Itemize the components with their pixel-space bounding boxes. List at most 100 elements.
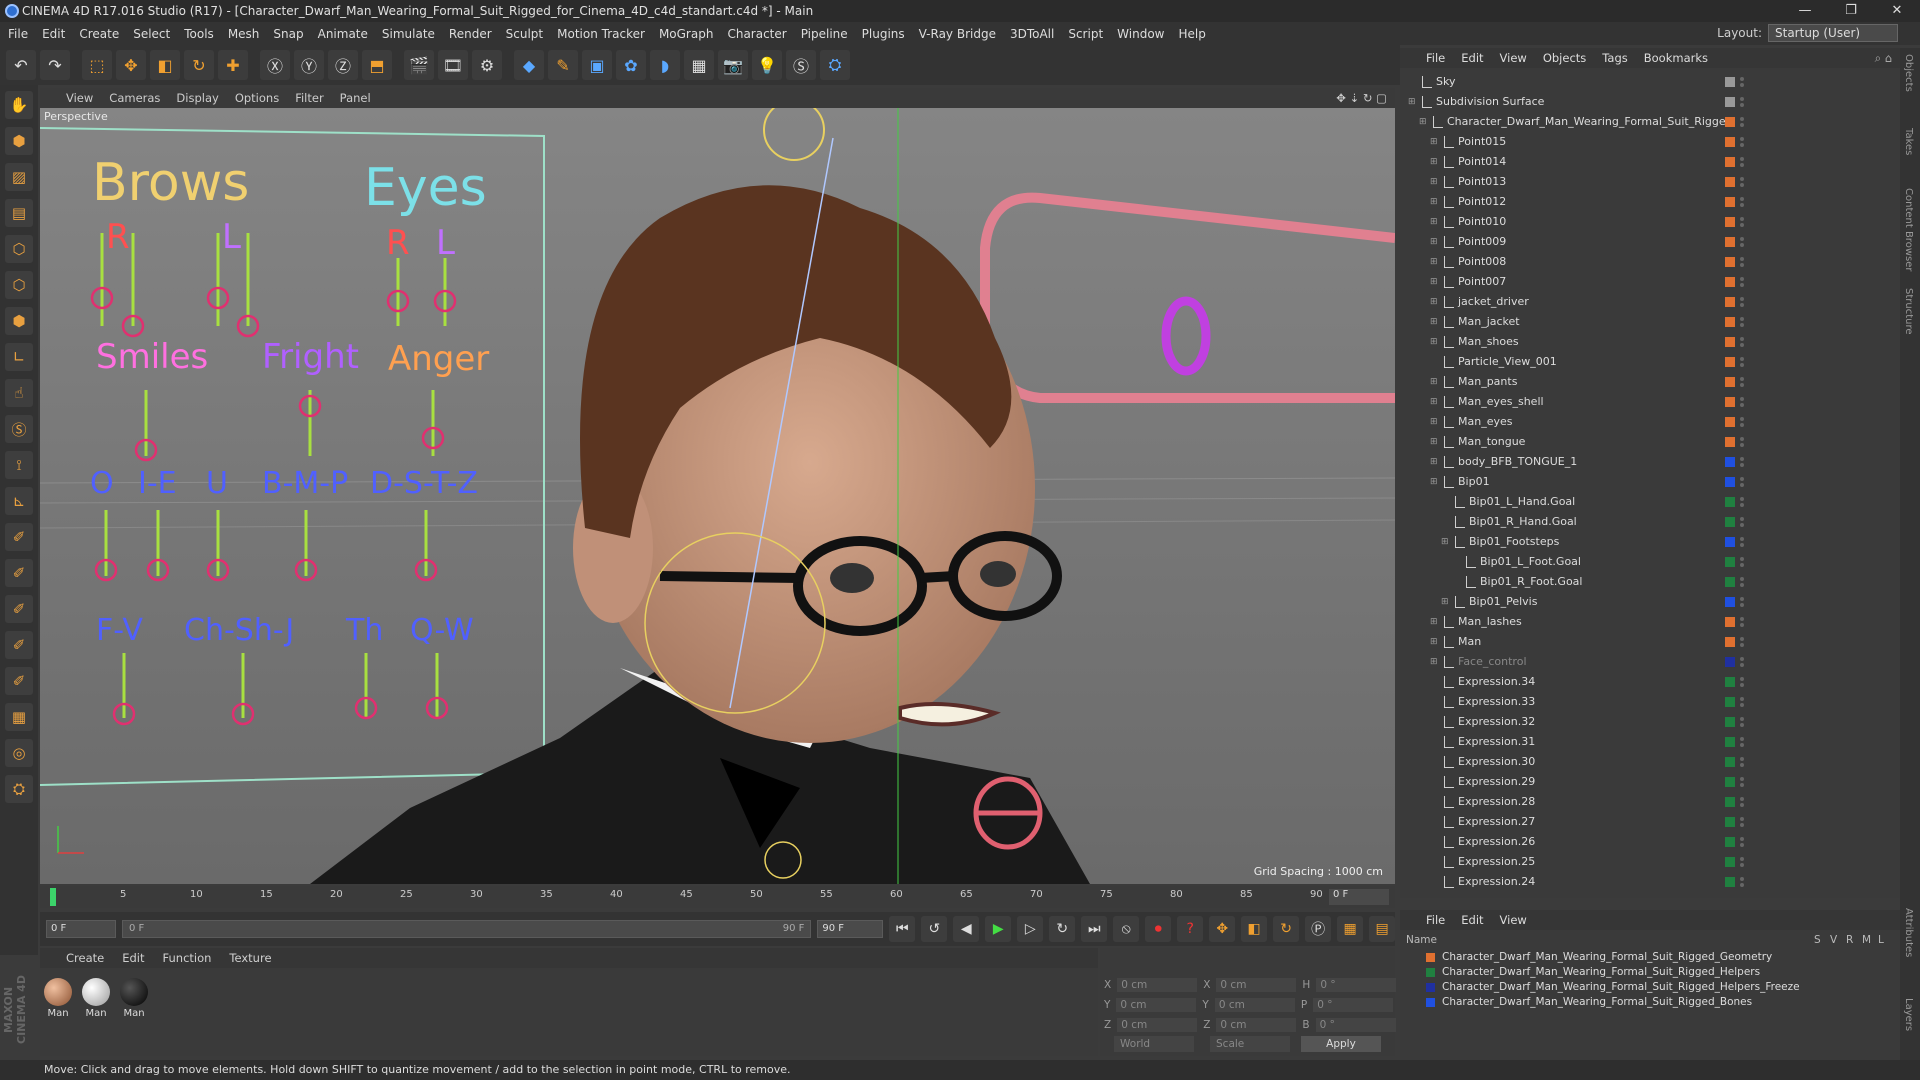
layer-color-swatch[interactable] [1725, 277, 1735, 287]
visibility-dot-icon[interactable] [1740, 217, 1744, 221]
object-row[interactable]: Expression.25 [1400, 852, 1900, 872]
viewport-menu-view[interactable]: View [66, 91, 93, 105]
visibility-dot-icon[interactable] [1740, 117, 1744, 121]
start-frame-field[interactable]: 0 F [46, 920, 116, 938]
layer-color-swatch[interactable] [1725, 437, 1735, 447]
visibility-dot-icon[interactable] [1740, 477, 1744, 481]
object-row[interactable]: Expression.33 [1400, 692, 1900, 712]
timeline-ruler[interactable]: 0 5 10 15 20 25 30 35 40 45 50 55 60 65 … [40, 886, 1395, 908]
visibility-dot-icon[interactable] [1740, 697, 1744, 701]
visibility-dot-icon[interactable] [1740, 237, 1744, 241]
object-row[interactable]: ⊞ Man_lashes [1400, 612, 1900, 632]
object-search-icon[interactable]: ⌕ ⌂ [1875, 51, 1892, 66]
object-row[interactable]: ⊞ jacket_driver [1400, 292, 1900, 312]
visibility-dot-icon[interactable] [1740, 623, 1744, 627]
layer-color-swatch[interactable] [1725, 497, 1735, 507]
visibility-dot-icon[interactable] [1740, 643, 1744, 647]
menu-animate[interactable]: Animate [318, 27, 368, 41]
position-y-field[interactable]: 0 cm [1116, 998, 1197, 1012]
tab-attributes[interactable]: Attributes [1903, 908, 1914, 957]
object-row[interactable]: ⊞ Point014 [1400, 152, 1900, 172]
expand-icon[interactable]: ⊞ [1430, 412, 1438, 432]
layer-color-swatch[interactable] [1725, 537, 1735, 547]
visibility-dot-icon[interactable] [1740, 763, 1744, 767]
object-row[interactable]: ⊞ Point009 [1400, 232, 1900, 252]
menu-script[interactable]: Script [1068, 27, 1103, 41]
next-frame-icon[interactable]: ▷ [1017, 916, 1044, 942]
object-row[interactable]: Expression.31 [1400, 732, 1900, 752]
rotation-b-field[interactable]: 0 ° [1315, 1018, 1396, 1032]
tab-objects[interactable]: Objects [1903, 54, 1914, 92]
layout-dropdown[interactable]: Startup (User) [1768, 24, 1898, 42]
visibility-dot-icon[interactable] [1740, 883, 1744, 887]
visibility-dot-icon[interactable] [1740, 257, 1744, 261]
material-swatch[interactable]: Man [82, 978, 110, 1019]
layer-color-swatch[interactable] [1725, 157, 1735, 167]
layer-menu-edit[interactable]: Edit [1461, 913, 1483, 927]
menu-mograph[interactable]: MoGraph [659, 27, 714, 41]
layer-color-swatch[interactable] [1725, 417, 1735, 427]
object-row[interactable]: ⊞ Man_eyes_shell [1400, 392, 1900, 412]
visibility-dot-icon[interactable] [1740, 83, 1744, 87]
layer-color-swatch[interactable] [1725, 717, 1735, 727]
object-row[interactable]: Expression.30 [1400, 752, 1900, 772]
layer-color-swatch[interactable] [1725, 577, 1735, 587]
sculpt-icon[interactable]: ✐ [5, 559, 33, 587]
visibility-dot-icon[interactable] [1740, 597, 1744, 601]
polygons-mode-icon[interactable]: ⬢ [5, 307, 33, 335]
autokey-icon[interactable]: ? [1177, 916, 1204, 942]
menu-simulate[interactable]: Simulate [382, 27, 435, 41]
layer-color-swatch[interactable] [1725, 637, 1735, 647]
key-scale-icon[interactable]: ◧ [1241, 916, 1268, 942]
model-mode-icon[interactable]: ⬢ [5, 127, 33, 155]
layer-color-swatch[interactable] [1725, 397, 1735, 407]
object-row[interactable]: ⊞ Point015 [1400, 132, 1900, 152]
perspective-viewport[interactable]: Brows Eyes R L R L Smiles Fright Anger O… [40, 108, 1395, 884]
menu-mesh[interactable]: Mesh [228, 27, 260, 41]
record-icon[interactable]: ⏺ [1145, 916, 1172, 942]
visibility-dot-icon[interactable] [1740, 143, 1744, 147]
object-row[interactable]: ⊞ Man [1400, 632, 1900, 652]
make-editable-icon[interactable]: ✋ [5, 91, 33, 119]
size-z-field[interactable]: 0 cm [1216, 1018, 1297, 1032]
visibility-dot-icon[interactable] [1740, 397, 1744, 401]
material-menu-edit[interactable]: Edit [122, 951, 144, 965]
expand-icon[interactable]: ⊞ [1430, 232, 1438, 252]
layer-color-swatch[interactable] [1725, 77, 1735, 87]
render-picture-viewer-icon[interactable]: 🎞 [438, 50, 468, 80]
visibility-dot-icon[interactable] [1740, 863, 1744, 867]
layer-menu-file[interactable]: File [1426, 913, 1445, 927]
object-row[interactable]: ⊞ Point007 [1400, 272, 1900, 292]
object-row[interactable]: ⊞ body_BFB_TONGUE_1 [1400, 452, 1900, 472]
visibility-dot-icon[interactable] [1740, 163, 1744, 167]
render-view-icon[interactable]: 🎬 [404, 50, 434, 80]
viewport-menu-filter[interactable]: Filter [295, 91, 323, 105]
object-row[interactable]: ⊞ Man_eyes [1400, 412, 1900, 432]
menu-tools[interactable]: Tools [184, 27, 214, 41]
layer-color-swatch[interactable] [1725, 597, 1735, 607]
visibility-dot-icon[interactable] [1740, 103, 1744, 107]
sculpt-smooth-icon[interactable]: ✐ [5, 631, 33, 659]
visibility-dot-icon[interactable] [1740, 523, 1744, 527]
visibility-dot-icon[interactable] [1740, 223, 1744, 227]
recent-tools-icon[interactable]: ✚ [218, 50, 248, 80]
visibility-dot-icon[interactable] [1740, 317, 1744, 321]
menu-select[interactable]: Select [133, 27, 170, 41]
snap-icon[interactable]: Ⓢ [5, 415, 33, 443]
visibility-dot-icon[interactable] [1740, 817, 1744, 821]
visibility-dot-icon[interactable] [1740, 603, 1744, 607]
object-row[interactable]: ⊞ Subdivision Surface [1400, 92, 1900, 112]
layer-row[interactable]: Character_Dwarf_Man_Wearing_Formal_Suit_… [1406, 950, 1896, 964]
object-row[interactable]: ⊞ Bip01_Pelvis [1400, 592, 1900, 612]
visibility-dot-icon[interactable] [1740, 843, 1744, 847]
expand-icon[interactable]: ⊞ [1430, 612, 1438, 632]
menu-pipeline[interactable]: Pipeline [801, 27, 848, 41]
visibility-dot-icon[interactable] [1740, 357, 1744, 361]
layer-color-swatch[interactable] [1725, 317, 1735, 327]
floor-icon[interactable]: ▦ [684, 50, 714, 80]
workplane-icon[interactable]: ▤ [5, 199, 33, 227]
expand-icon[interactable]: ⊞ [1441, 532, 1449, 552]
expand-icon[interactable]: ⊞ [1430, 472, 1438, 492]
object-row[interactable]: Sky [1400, 72, 1900, 92]
visibility-dot-icon[interactable] [1740, 443, 1744, 447]
